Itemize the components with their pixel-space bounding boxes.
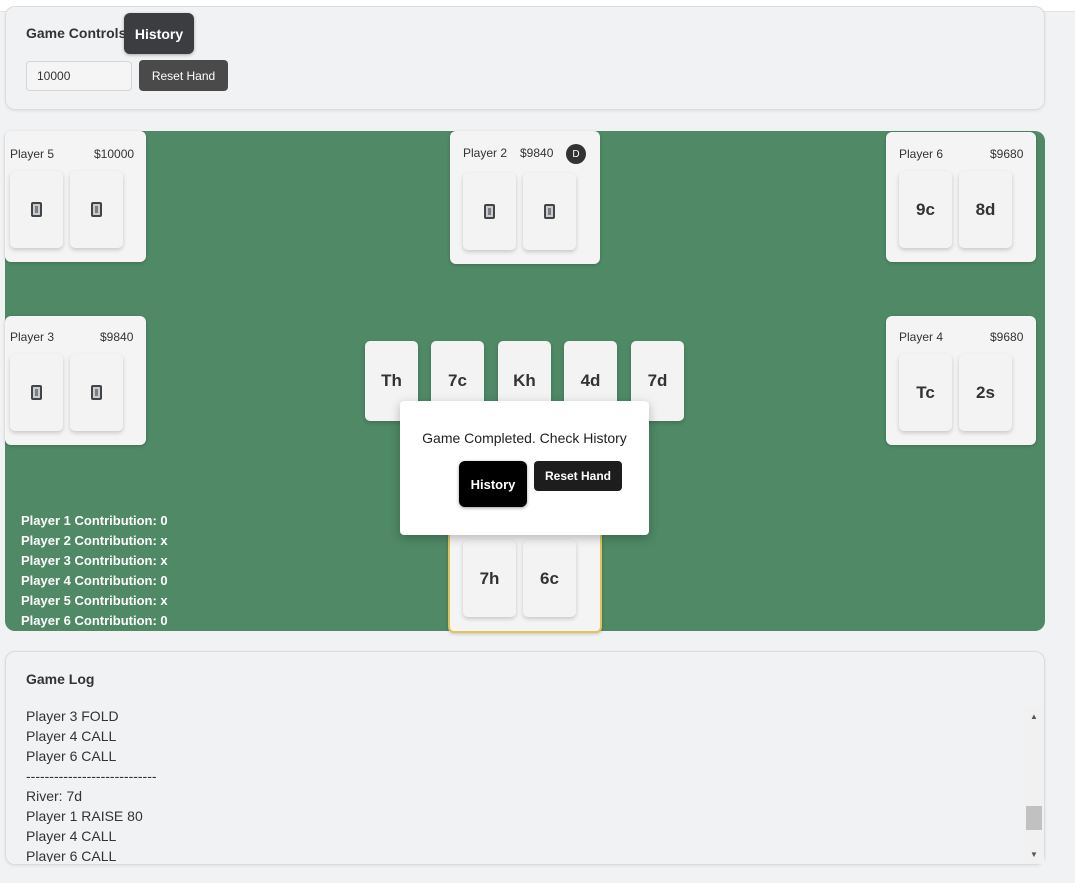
poker-table: Player 5 $10000 Player 2 $9840 D Player … [5,131,1045,633]
player-name: Player 3 [10,330,55,344]
hole-card: Tc [899,354,952,431]
hole-card-facedown [523,173,576,250]
game-controls-title: Game Controls [26,25,127,41]
hole-card-facedown [10,171,63,248]
log-line: River: 7d [26,788,83,804]
log-scrollbar[interactable]: ▲ ▼ [1024,706,1044,864]
history-tab-button[interactable]: History [124,13,194,54]
player-name: Player 6 [899,147,944,161]
player-stack: $10000 [94,147,135,161]
player-name: Player 4 [899,330,944,344]
hole-card: 7h [463,540,516,617]
modal-message: Game Completed. Check History [422,430,627,446]
game-controls-panel: Game Controls History Reset Hand [5,6,1045,110]
seat-player-3: Player 3 $9840 [5,316,146,445]
scroll-up-arrow-icon[interactable]: ▲ [1024,708,1044,724]
contribution-player-3: Player 3 Contribution: x [21,553,168,568]
card-back-icon [31,385,42,400]
player-stack: $9840 [100,330,134,344]
hole-card: 2s [959,354,1012,431]
contribution-player-5: Player 5 Contribution: x [21,593,168,608]
game-log-panel: Game Log Player 3 FOLD Player 4 CALL Pla… [5,651,1045,865]
hole-card-facedown [463,173,516,250]
player-stack: $9840 [520,146,554,160]
hole-card: 9c [899,171,952,248]
game-log-list[interactable]: Player 3 FOLD Player 4 CALL Player 6 CAL… [26,706,1016,862]
seat-player-5: Player 5 $10000 [5,131,146,262]
seat-player-2: Player 2 $9840 D [450,131,600,264]
hole-card-facedown [70,354,123,431]
card-back-icon [484,204,495,219]
card-back-icon [544,204,555,219]
contribution-player-1: Player 1 Contribution: 0 [21,513,168,528]
contribution-player-6: Player 6 Contribution: 0 [21,613,168,628]
dealer-button-icon: D [566,144,586,164]
hole-card: 6c [523,540,576,617]
log-line: Player 6 CALL [26,848,117,862]
card-back-icon [91,385,102,400]
hole-card-facedown [10,354,63,431]
card-back-icon [91,202,102,217]
log-line: ---------------------------- [26,768,157,784]
player-stack: $9680 [990,330,1024,344]
game-completed-modal: Game Completed. Check History History Re… [400,401,649,535]
log-line: Player 6 CALL [26,748,117,764]
card-back-icon [31,202,42,217]
seat-player-4: Player 4 $9680 Tc 2s [886,316,1036,445]
scroll-thumb[interactable] [1026,806,1042,830]
hole-card-facedown [70,171,123,248]
player-name: Player 5 [10,147,55,161]
reset-hand-button[interactable]: Reset Hand [139,60,228,91]
player-name: Player 2 [463,146,508,160]
modal-reset-hand-button[interactable]: Reset Hand [534,461,622,491]
modal-history-button[interactable]: History [459,461,527,507]
seat-player-6: Player 6 $9680 9c 8d [886,132,1036,262]
starting-stack-input[interactable] [26,61,132,91]
contribution-player-2: Player 2 Contribution: x [21,533,168,548]
player-stack: $9680 [990,147,1024,161]
log-line: Player 3 FOLD [26,708,119,724]
contribution-player-4: Player 4 Contribution: 0 [21,573,168,588]
log-line: Player 4 CALL [26,728,117,744]
game-log-title: Game Log [26,671,95,687]
scroll-down-arrow-icon[interactable]: ▼ [1024,846,1044,862]
hole-card: 8d [959,171,1012,248]
log-line: Player 4 CALL [26,828,117,844]
log-line: Player 1 RAISE 80 [26,808,143,824]
